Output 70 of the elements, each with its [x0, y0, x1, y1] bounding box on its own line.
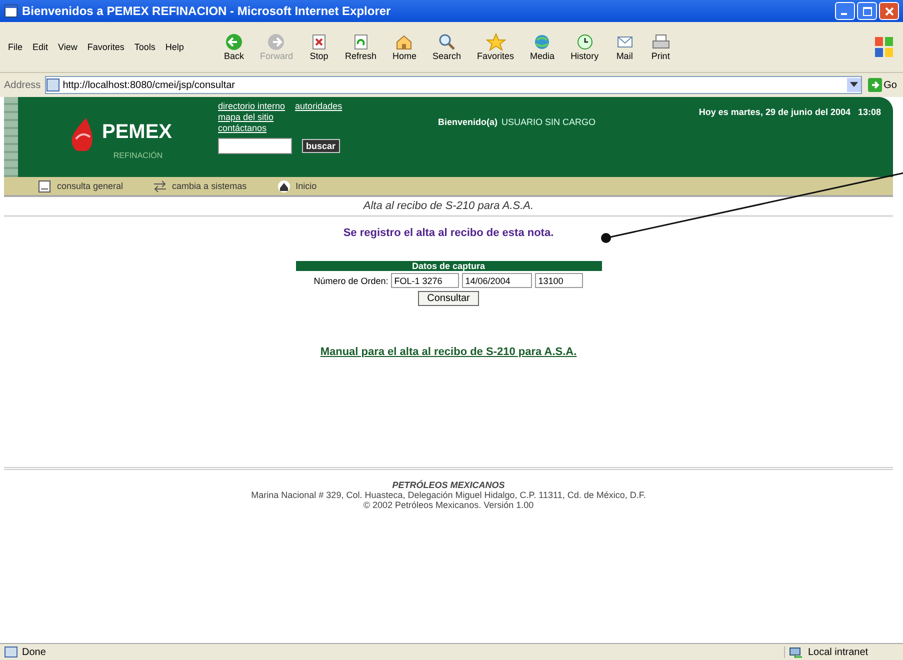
- toolbar-button[interactable]: Print: [644, 32, 677, 62]
- arrow-icon: [868, 78, 882, 92]
- page-icon: [46, 78, 60, 92]
- go-button[interactable]: Go: [866, 78, 899, 92]
- header-link[interactable]: autoridades: [295, 101, 342, 111]
- nav-link[interactable]: cambia a sistemas: [153, 180, 247, 192]
- swap-icon: [153, 180, 168, 192]
- toolbar-button[interactable]: Media: [524, 32, 561, 62]
- address-field[interactable]: http://localhost:8080/cmei/jsp/consultar: [44, 76, 862, 94]
- menu-item[interactable]: Favorites: [87, 42, 124, 52]
- menu-item[interactable]: View: [58, 42, 78, 52]
- toolbar-button[interactable]: Search: [426, 32, 468, 62]
- favorites-icon: [486, 33, 506, 51]
- footer-text: © 2002 Petróleos Mexicanos. Versión 1.00: [363, 500, 534, 510]
- network-icon: [789, 646, 805, 658]
- nav-link[interactable]: Inicio: [276, 180, 317, 192]
- window-title: Bienvenidos a PEMEX REFINACION - Microsoft Internet Explorer: [22, 4, 392, 18]
- search-icon: [436, 33, 457, 51]
- close-button[interactable]: [879, 2, 899, 20]
- logo-text: PEMEX: [102, 121, 172, 144]
- minimize-button[interactable]: [835, 2, 855, 20]
- home-icon: [276, 180, 291, 192]
- manual-link[interactable]: Manual para el alta al recibo de S-210 para A.S.A.: [320, 346, 577, 358]
- menu-item[interactable]: File: [8, 42, 23, 52]
- page-heading: Alta al recibo de S-210 para A.S.A.: [4, 197, 893, 217]
- address-label: Address: [4, 80, 41, 90]
- back-icon: [224, 33, 244, 51]
- toolbar-button[interactable]: Favorites: [471, 32, 520, 62]
- home-icon: [394, 33, 414, 51]
- footer-text: PETRÓLEOS MEXICANOS: [392, 480, 505, 490]
- header-link[interactable]: directorio interno: [218, 101, 286, 111]
- toolbar-button[interactable]: Mail: [608, 32, 641, 62]
- order-label: Número de Orden:: [314, 276, 388, 286]
- browser-icon: [4, 4, 18, 18]
- order-field[interactable]: 13100: [535, 273, 584, 288]
- toolbar-button[interactable]: History: [564, 32, 605, 62]
- status-message: Se registro el alta al recibo de esta nota.: [343, 227, 554, 239]
- history-icon: [574, 33, 595, 51]
- toolbar-button[interactable]: Refresh: [338, 32, 382, 62]
- menu-item[interactable]: Help: [165, 42, 184, 52]
- close-icon: [884, 6, 894, 16]
- status-text: Done: [22, 646, 47, 658]
- form-title: Datos de captura: [296, 261, 602, 271]
- maximize-icon: [862, 6, 872, 16]
- footer-text: Marina Nacional # 329, Col. Huasteca, Delegación Miguel Hidalgo, C.P. 11311, Cd. de México, D.F.: [251, 490, 646, 500]
- page-icon: [38, 180, 52, 192]
- toolbar-button[interactable]: Home: [386, 32, 422, 62]
- logo-subtitle: REFINACIÓN: [113, 150, 163, 160]
- search-field[interactable]: [218, 138, 292, 154]
- user-name: USUARIO SIN CARGO: [502, 117, 596, 127]
- page-icon: [4, 646, 18, 658]
- print-icon: [650, 33, 671, 51]
- forward-icon: [266, 33, 286, 51]
- menu-item[interactable]: Edit: [32, 42, 48, 52]
- maximize-button[interactable]: [857, 2, 877, 20]
- order-field[interactable]: 14/06/2004: [462, 273, 532, 288]
- order-field[interactable]: FOL-1 3276: [391, 273, 460, 288]
- date-text: Hoy es martes, 29 de junio del 2004 13:08: [698, 107, 881, 117]
- menu-item[interactable]: Tools: [134, 42, 156, 52]
- header-link[interactable]: mapa del sitio: [218, 112, 286, 122]
- nav-link[interactable]: consulta general: [38, 180, 124, 192]
- zone-text: Local intranet: [808, 646, 868, 658]
- windows-flag-icon: [873, 34, 895, 60]
- dropdown-arrow-icon: [850, 82, 858, 88]
- header-link[interactable]: contáctanos: [218, 123, 286, 133]
- consult-button[interactable]: Consultar: [418, 291, 479, 306]
- site-find-button[interactable]: buscar: [302, 139, 340, 153]
- toolbar-button[interactable]: Stop: [302, 32, 335, 62]
- welcome-text: Bienvenido(a): [438, 117, 498, 127]
- toolbar-button[interactable]: Back: [218, 32, 250, 62]
